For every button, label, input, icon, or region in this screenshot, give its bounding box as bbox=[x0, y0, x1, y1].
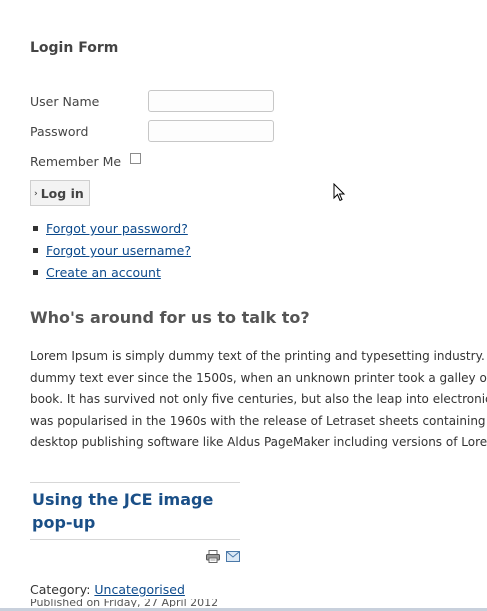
paragraph-line: was popularised in the 1960s with the re… bbox=[30, 413, 487, 428]
forgot-password-link[interactable]: Forgot your password? bbox=[46, 221, 188, 236]
login-form-title: Login Form bbox=[30, 40, 119, 56]
paragraph-line: desktop publishing software like Aldus P… bbox=[30, 435, 487, 449]
username-input[interactable] bbox=[148, 90, 274, 112]
remember-me-label: Remember Me bbox=[30, 154, 122, 169]
printer-icon[interactable] bbox=[206, 550, 220, 563]
login-button-label: Log in bbox=[40, 185, 84, 201]
paragraph-line: dummy text ever since the 1500s, when an… bbox=[30, 370, 487, 385]
divider bbox=[30, 482, 240, 483]
article-category: Category: Uncategorised bbox=[30, 582, 185, 597]
password-input[interactable] bbox=[148, 120, 274, 142]
bullet-icon bbox=[33, 226, 38, 231]
create-account-link[interactable]: Create an account bbox=[46, 265, 161, 280]
category-link[interactable]: Uncategorised bbox=[94, 582, 185, 597]
paragraph-line: Lorem Ipsum is simply dummy text of the … bbox=[30, 349, 487, 363]
divider bbox=[30, 539, 240, 540]
mouse-cursor-icon bbox=[333, 183, 346, 202]
login-links: Forgot your password? Forgot your userna… bbox=[30, 220, 191, 286]
list-item: Create an account bbox=[30, 264, 191, 286]
chevron-right-icon: › bbox=[34, 188, 38, 199]
bullet-icon bbox=[33, 248, 38, 253]
article-title[interactable]: Using the JCE image pop-up bbox=[32, 488, 237, 534]
password-label: Password bbox=[30, 124, 89, 139]
list-item: Forgot your username? bbox=[30, 242, 191, 264]
paragraph-line: book. It has survived not only five cent… bbox=[30, 392, 487, 406]
body-paragraph: Lorem Ipsum is simply dummy text of the … bbox=[30, 346, 487, 454]
username-label: User Name bbox=[30, 94, 100, 109]
section-heading: Who's around for us to talk to? bbox=[30, 308, 310, 327]
published-date: Published on Friday, 27 April 2012 bbox=[30, 599, 219, 607]
login-button[interactable]: › Log in bbox=[30, 180, 90, 206]
email-icon[interactable] bbox=[226, 551, 240, 562]
bullet-icon bbox=[33, 270, 38, 275]
list-item: Forgot your password? bbox=[30, 220, 191, 242]
category-label: Category: bbox=[30, 582, 95, 597]
forgot-username-link[interactable]: Forgot your username? bbox=[46, 243, 191, 258]
remember-me-checkbox[interactable] bbox=[130, 153, 141, 164]
